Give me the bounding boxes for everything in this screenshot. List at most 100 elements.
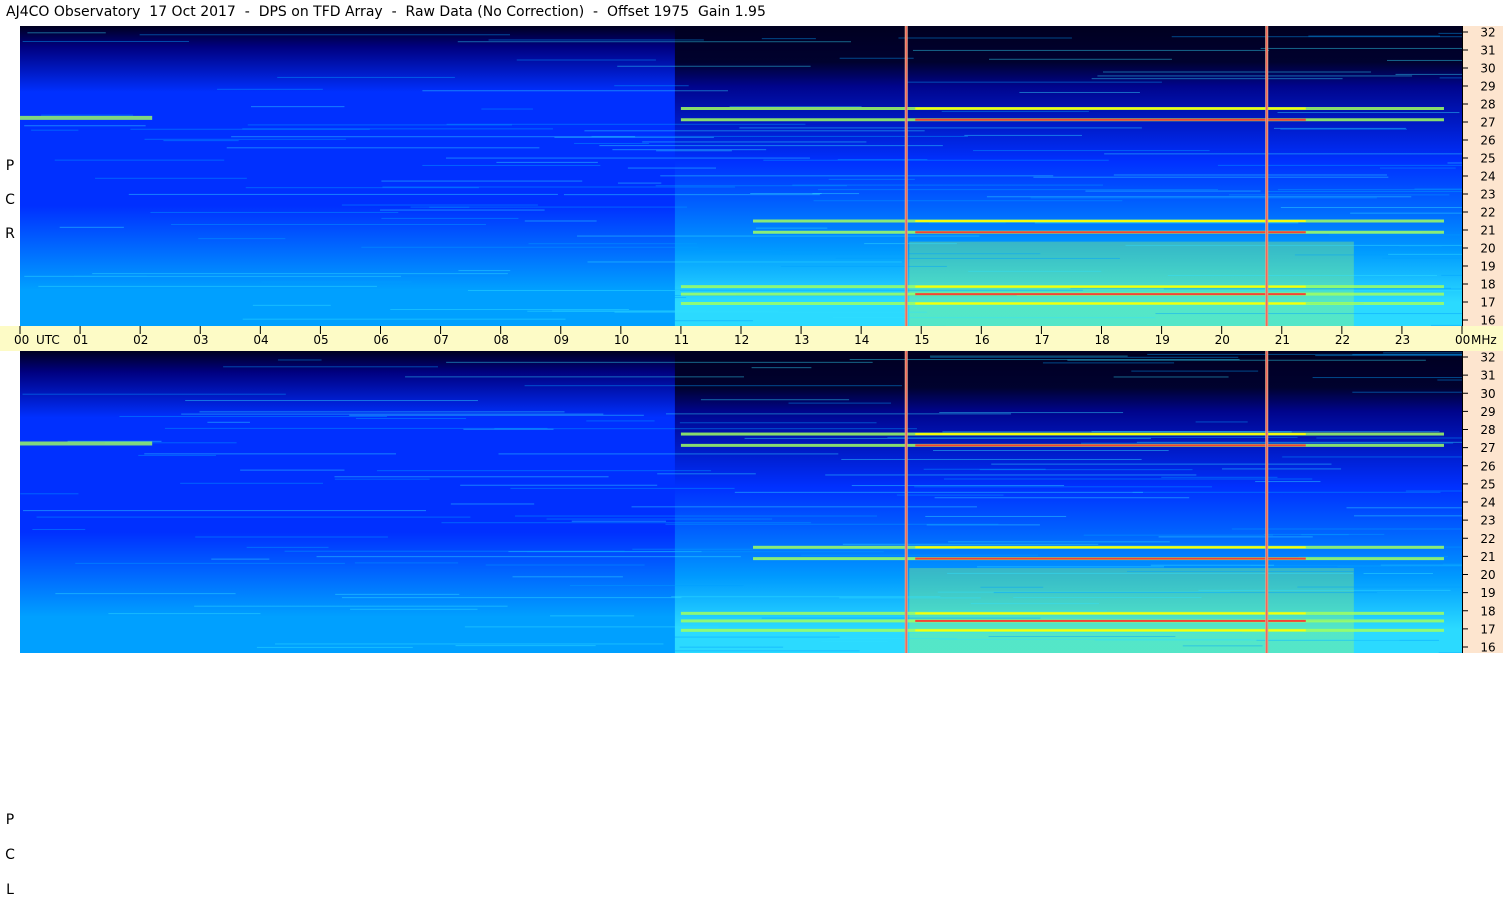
noise-streak — [349, 415, 644, 416]
noise-streak — [1168, 275, 1437, 276]
noise-streak — [1255, 481, 1320, 482]
noise-streak — [334, 476, 608, 477]
noise-streak — [108, 613, 260, 614]
noise-streak — [739, 127, 1142, 128]
noise-streak — [994, 592, 1377, 593]
interference-band-core — [915, 444, 1306, 446]
noise-streak — [317, 556, 741, 557]
freq-tick-label-24: 24 — [1480, 496, 1495, 510]
noise-streak — [973, 150, 1210, 151]
noise-streak — [573, 640, 628, 641]
noise-streak — [350, 609, 477, 610]
freq-tick-label-25: 25 — [1480, 477, 1495, 491]
noise-streak — [898, 38, 1071, 39]
noise-streak — [37, 633, 211, 634]
noise-streak — [1388, 254, 1462, 255]
noise-streak — [614, 312, 926, 313]
freq-tick-label-29: 29 — [1480, 80, 1495, 94]
noise-streak — [150, 212, 398, 213]
noise-streak — [533, 307, 665, 308]
noise-streak — [841, 459, 1141, 460]
noise-streak — [194, 606, 507, 607]
utc-tick-label-7: 07 — [434, 333, 449, 347]
utc-tick-label-12: 12 — [734, 333, 749, 347]
noise-streak — [119, 416, 387, 417]
noise-streak — [661, 290, 1083, 291]
noise-streak — [1103, 71, 1371, 72]
noise-streak — [1031, 197, 1377, 198]
noise-streak — [829, 179, 915, 180]
noise-streak — [1443, 564, 1462, 565]
utc-tick-label-18: 18 — [1095, 333, 1110, 347]
noise-streak — [525, 385, 902, 386]
noise-streak — [499, 453, 839, 454]
utc-tick-label-8: 08 — [494, 333, 509, 347]
noise-streak — [180, 483, 323, 484]
noise-streak — [586, 420, 654, 421]
noise-streak — [23, 41, 189, 42]
noise-streak — [980, 469, 1193, 470]
freq-tick-label-28: 28 — [1480, 423, 1495, 437]
noise-streak — [38, 286, 377, 287]
noise-streak — [939, 412, 1123, 413]
noise-streak — [1261, 48, 1462, 49]
noise-streak — [458, 41, 851, 42]
noise-streak — [1239, 290, 1462, 291]
freq-tick-label-21: 21 — [1480, 224, 1495, 238]
noise-streak — [467, 320, 753, 321]
freq-tick-label-16: 16 — [1480, 641, 1495, 654]
noise-streak — [240, 470, 344, 471]
noise-streak — [527, 311, 706, 312]
noise-streak — [1415, 188, 1462, 189]
interference-band-core — [915, 612, 1306, 614]
noise-streak — [1229, 194, 1449, 195]
noise-streak — [285, 551, 625, 552]
noise-streak — [642, 141, 866, 142]
noise-streak — [1019, 92, 1140, 93]
utc-tick-label-11: 11 — [674, 333, 689, 347]
noise-streak — [510, 488, 734, 489]
noise-streak — [977, 566, 1164, 567]
noise-streak — [1133, 492, 1441, 493]
noise-streak — [251, 106, 344, 107]
noise-streak — [964, 135, 1082, 136]
noise-streak — [277, 77, 455, 78]
noise-streak — [1183, 645, 1263, 646]
noise-streak — [390, 309, 629, 310]
freq-tick-label-31: 31 — [1480, 369, 1495, 383]
noise-streak — [570, 585, 744, 586]
freq-tick-label-31: 31 — [1480, 44, 1495, 58]
freq-tick-label-17: 17 — [1480, 622, 1495, 636]
noise-streak — [342, 205, 538, 206]
noise-streak — [1382, 258, 1462, 259]
utc-tick-label-5: 05 — [313, 333, 328, 347]
freq-tick-label-16: 16 — [1480, 314, 1495, 327]
noise-streak — [933, 450, 1169, 451]
noise-streak — [971, 603, 1099, 604]
noise-streak — [850, 359, 1240, 360]
freq-tick-label-26: 26 — [1480, 459, 1495, 473]
interference-band-core — [915, 620, 1306, 622]
noise-streak — [930, 357, 1238, 358]
noise-streak — [253, 305, 331, 306]
noise-streak — [496, 162, 597, 163]
utc-tick-label-0: 00 — [14, 333, 29, 347]
noise-streak — [550, 615, 634, 616]
freq-tick-label-25: 25 — [1480, 152, 1495, 166]
noise-streak — [735, 492, 1143, 493]
freq-tick-label-21: 21 — [1480, 550, 1495, 564]
noise-streak — [947, 573, 1353, 574]
noise-streak — [529, 243, 697, 244]
noise-streak — [935, 497, 1190, 498]
utc-axis-label: UTC — [36, 333, 60, 347]
interference-band-core — [915, 108, 1306, 110]
noise-streak — [1364, 573, 1433, 574]
noise-streak — [1299, 556, 1448, 557]
noise-streak — [572, 521, 666, 522]
noise-streak — [275, 643, 663, 644]
noise-streak — [1399, 246, 1442, 247]
noise-streak — [1159, 536, 1313, 537]
freq-tick-label-19: 19 — [1480, 260, 1495, 274]
utc-tick-label-17: 17 — [1034, 333, 1049, 347]
noise-streak — [37, 517, 471, 518]
